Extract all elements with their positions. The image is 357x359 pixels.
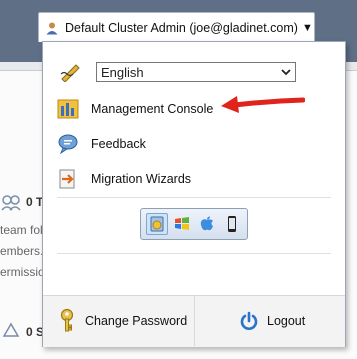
explorer-icon <box>150 216 163 232</box>
power-icon <box>240 311 258 330</box>
apple-icon <box>200 216 213 231</box>
migration-wizards-label: Migration Wizards <box>91 172 192 186</box>
management-console-label: Management Console <box>91 102 214 116</box>
account-dropdown-panel: English Management Console Feedback Migr… <box>42 41 346 347</box>
share-icon <box>2 322 20 337</box>
feedback-icon <box>58 134 78 155</box>
arrow-annotation-icon <box>221 96 305 113</box>
phone-icon <box>227 216 236 232</box>
bg-row-text: team fol <box>0 223 43 237</box>
account-label: Default Cluster Admin (joe@gladinet.com) <box>65 20 298 35</box>
windows-icon <box>174 217 189 230</box>
divider <box>57 197 331 198</box>
key-icon <box>60 308 74 331</box>
bg-row-text: embers. <box>0 244 44 258</box>
logout-button[interactable]: Logout <box>239 295 305 346</box>
team-folder-icon <box>1 195 21 211</box>
logout-label: Logout <box>267 313 306 328</box>
feedback-label: Feedback <box>91 137 146 151</box>
account-menu-button[interactable]: Default Cluster Admin (joe@gladinet.com)… <box>38 12 315 42</box>
platform-windows-button[interactable] <box>171 213 193 235</box>
language-select[interactable]: English <box>96 62 296 82</box>
migration-icon <box>59 169 75 189</box>
change-password-label: Change Password <box>85 313 188 328</box>
migration-wizards-item[interactable]: Migration Wizards <box>57 168 191 190</box>
footer-divider <box>194 295 195 346</box>
change-password-button[interactable]: Change Password <box>57 295 187 346</box>
platform-windows-explorer-button[interactable] <box>145 213 168 235</box>
bg-row-title: 0 T <box>26 195 44 209</box>
management-console-item[interactable]: Management Console <box>57 98 213 120</box>
chevron-down-icon <box>281 69 291 76</box>
user-icon <box>46 22 58 34</box>
language-select-value: English <box>101 64 144 80</box>
chevron-down-icon: ▼ <box>301 21 313 34</box>
bg-row-text: ermissio <box>0 265 45 279</box>
divider <box>57 253 331 254</box>
language-icon <box>60 64 80 82</box>
console-icon <box>57 99 79 119</box>
feedback-item[interactable]: Feedback <box>57 133 146 155</box>
platform-client-group <box>140 208 248 240</box>
platform-mac-button[interactable] <box>196 213 218 235</box>
platform-mobile-button[interactable] <box>221 213 243 235</box>
